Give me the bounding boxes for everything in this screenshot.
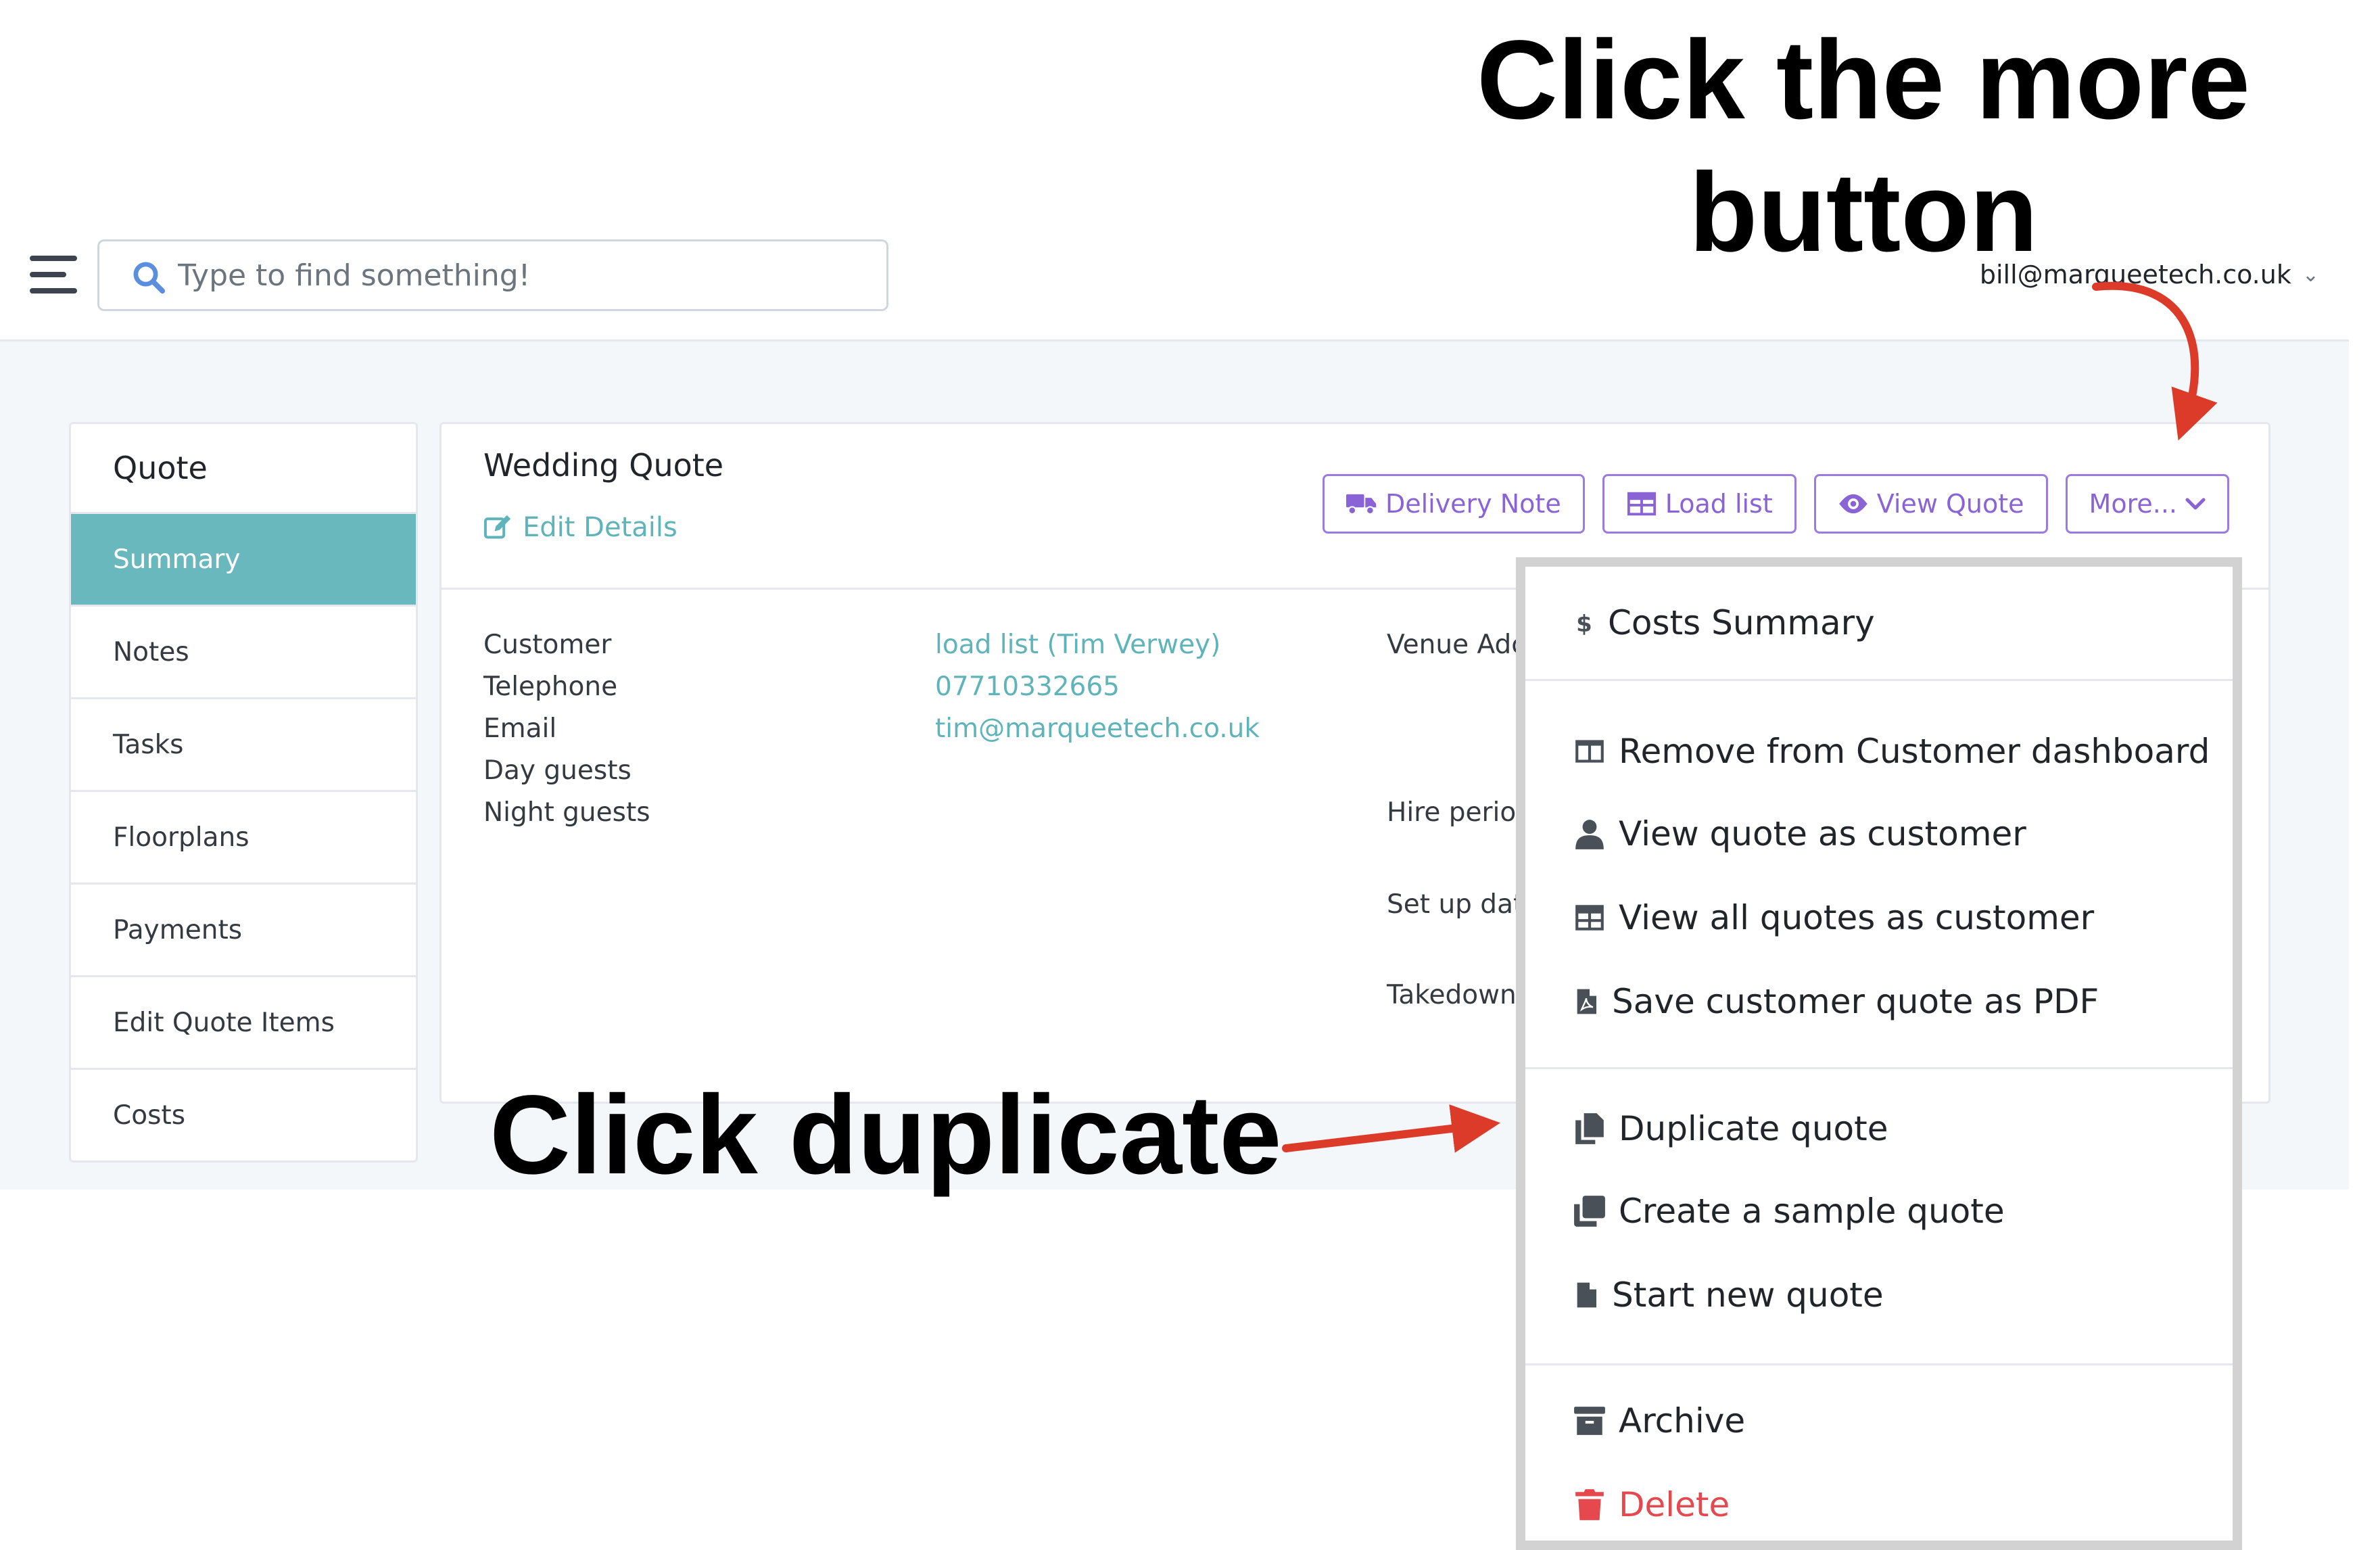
hamburger-menu-icon[interactable] [30, 256, 77, 296]
file-icon [1577, 1282, 1596, 1308]
more-label: More... [2089, 489, 2177, 519]
menu-item-remove-dashboard[interactable]: Remove from Customer dashboard [1573, 732, 2210, 771]
copy-icon [1575, 1113, 1604, 1144]
search-input[interactable] [171, 241, 888, 309]
menu-label: Create a sample quote [1619, 1192, 2005, 1231]
menu-item-view-as-customer[interactable]: View quote as customer [1573, 814, 2026, 853]
menu-divider [1525, 1363, 2233, 1365]
dollar-icon: $ [1576, 611, 1592, 638]
field-label-customer: Customer [483, 630, 612, 660]
field-label-telephone: Telephone [483, 672, 618, 702]
email-link[interactable]: tim@marqueetech.co.uk [935, 713, 1260, 744]
sidebar-item-floorplans[interactable]: Floorplans [71, 790, 416, 883]
chevron-down-icon [2185, 498, 2206, 510]
clone-icon [1574, 1196, 1605, 1227]
menu-item-delete[interactable]: Delete [1573, 1485, 1730, 1524]
quote-sidebar: Quote Summary Notes Tasks Floorplans Pay… [69, 422, 418, 1162]
eye-icon [1838, 494, 1867, 514]
delivery-note-button[interactable]: Delivery Note [1322, 474, 1585, 534]
field-label-hire-period: Hire perioc [1387, 797, 1531, 828]
menu-divider [1525, 679, 2233, 681]
columns-icon [1575, 740, 1604, 763]
field-label-takedown: Takedown [1387, 980, 1517, 1010]
trash-icon [1575, 1489, 1604, 1520]
menu-item-archive[interactable]: Archive [1573, 1401, 1745, 1440]
view-quote-label: View Quote [1876, 489, 2024, 519]
more-button[interactable]: More... [2065, 474, 2229, 534]
field-label-night-guests: Night guests [483, 797, 650, 828]
archive-icon [1574, 1407, 1605, 1435]
sidebar-item-edit-quote-items[interactable]: Edit Quote Items [71, 975, 416, 1068]
field-label-setup-date: Set up dat [1387, 889, 1524, 920]
truck-icon [1346, 494, 1377, 515]
annotation-text-bottom: Click duplicate [490, 1073, 1282, 1198]
annotation-text-top-line2: button [1689, 150, 2039, 275]
menu-label: Remove from Customer dashboard [1619, 732, 2210, 771]
menu-item-start-new-quote[interactable]: Start new quote [1573, 1275, 1884, 1315]
telephone-link[interactable]: 07710332665 [935, 672, 1120, 702]
menu-label: Save customer quote as PDF [1612, 982, 2099, 1021]
menu-label: View all quotes as customer [1619, 898, 2095, 937]
pdf-icon [1577, 989, 1596, 1014]
edit-details-label: Edit Details [523, 512, 677, 543]
menu-label: Costs Summary [1608, 603, 1875, 642]
menu-label: Delete [1619, 1485, 1730, 1524]
menu-item-costs-summary[interactable]: $ Costs Summary [1573, 603, 1875, 642]
search-icon [133, 262, 166, 294]
svg-text:$: $ [1576, 611, 1592, 638]
table-icon [1627, 492, 1656, 516]
sidebar-item-notes[interactable]: Notes [71, 605, 416, 697]
delivery-note-label: Delivery Note [1385, 489, 1561, 519]
annotation-text-top-line1: Click the more [1477, 18, 2250, 143]
table-icon [1575, 905, 1604, 931]
sidebar-item-tasks[interactable]: Tasks [71, 697, 416, 790]
search-box[interactable] [97, 239, 888, 311]
menu-label: View quote as customer [1619, 814, 2026, 853]
menu-label: Duplicate quote [1619, 1109, 1888, 1148]
user-icon [1575, 820, 1604, 849]
sidebar-item-summary[interactable]: Summary [71, 512, 416, 605]
menu-label: Start new quote [1612, 1275, 1884, 1315]
field-label-email: Email [483, 713, 557, 744]
menu-item-view-all-quotes[interactable]: View all quotes as customer [1573, 898, 2094, 937]
sidebar-item-payments[interactable]: Payments [71, 883, 416, 975]
load-list-label: Load list [1665, 489, 1773, 519]
more-dropdown-menu: $ Costs Summary Remove from Customer das… [1516, 557, 2242, 1550]
menu-item-create-sample-quote[interactable]: Create a sample quote [1573, 1192, 2005, 1231]
menu-item-save-pdf[interactable]: Save customer quote as PDF [1573, 982, 2099, 1021]
load-list-button[interactable]: Load list [1602, 474, 1796, 534]
field-label-venue-address: Venue Adc [1387, 630, 1526, 660]
field-label-day-guests: Day guests [483, 755, 632, 786]
view-quote-button[interactable]: View Quote [1813, 474, 2048, 534]
menu-label: Archive [1619, 1401, 1746, 1440]
sidebar-title: Quote [113, 450, 208, 486]
edit-icon [483, 515, 511, 539]
page-title: Wedding Quote [483, 447, 724, 484]
quote-actions: Delivery Note Load list View Quote More.… [1322, 474, 2229, 534]
chevron-down-icon: ⌄ [2302, 262, 2319, 287]
edit-details-link[interactable]: Edit Details [483, 512, 677, 543]
customer-link[interactable]: load list (Tim Verwey) [935, 630, 1220, 660]
sidebar-item-costs[interactable]: Costs [71, 1068, 416, 1160]
menu-divider [1525, 1067, 2233, 1069]
menu-item-duplicate-quote[interactable]: Duplicate quote [1573, 1109, 1888, 1148]
